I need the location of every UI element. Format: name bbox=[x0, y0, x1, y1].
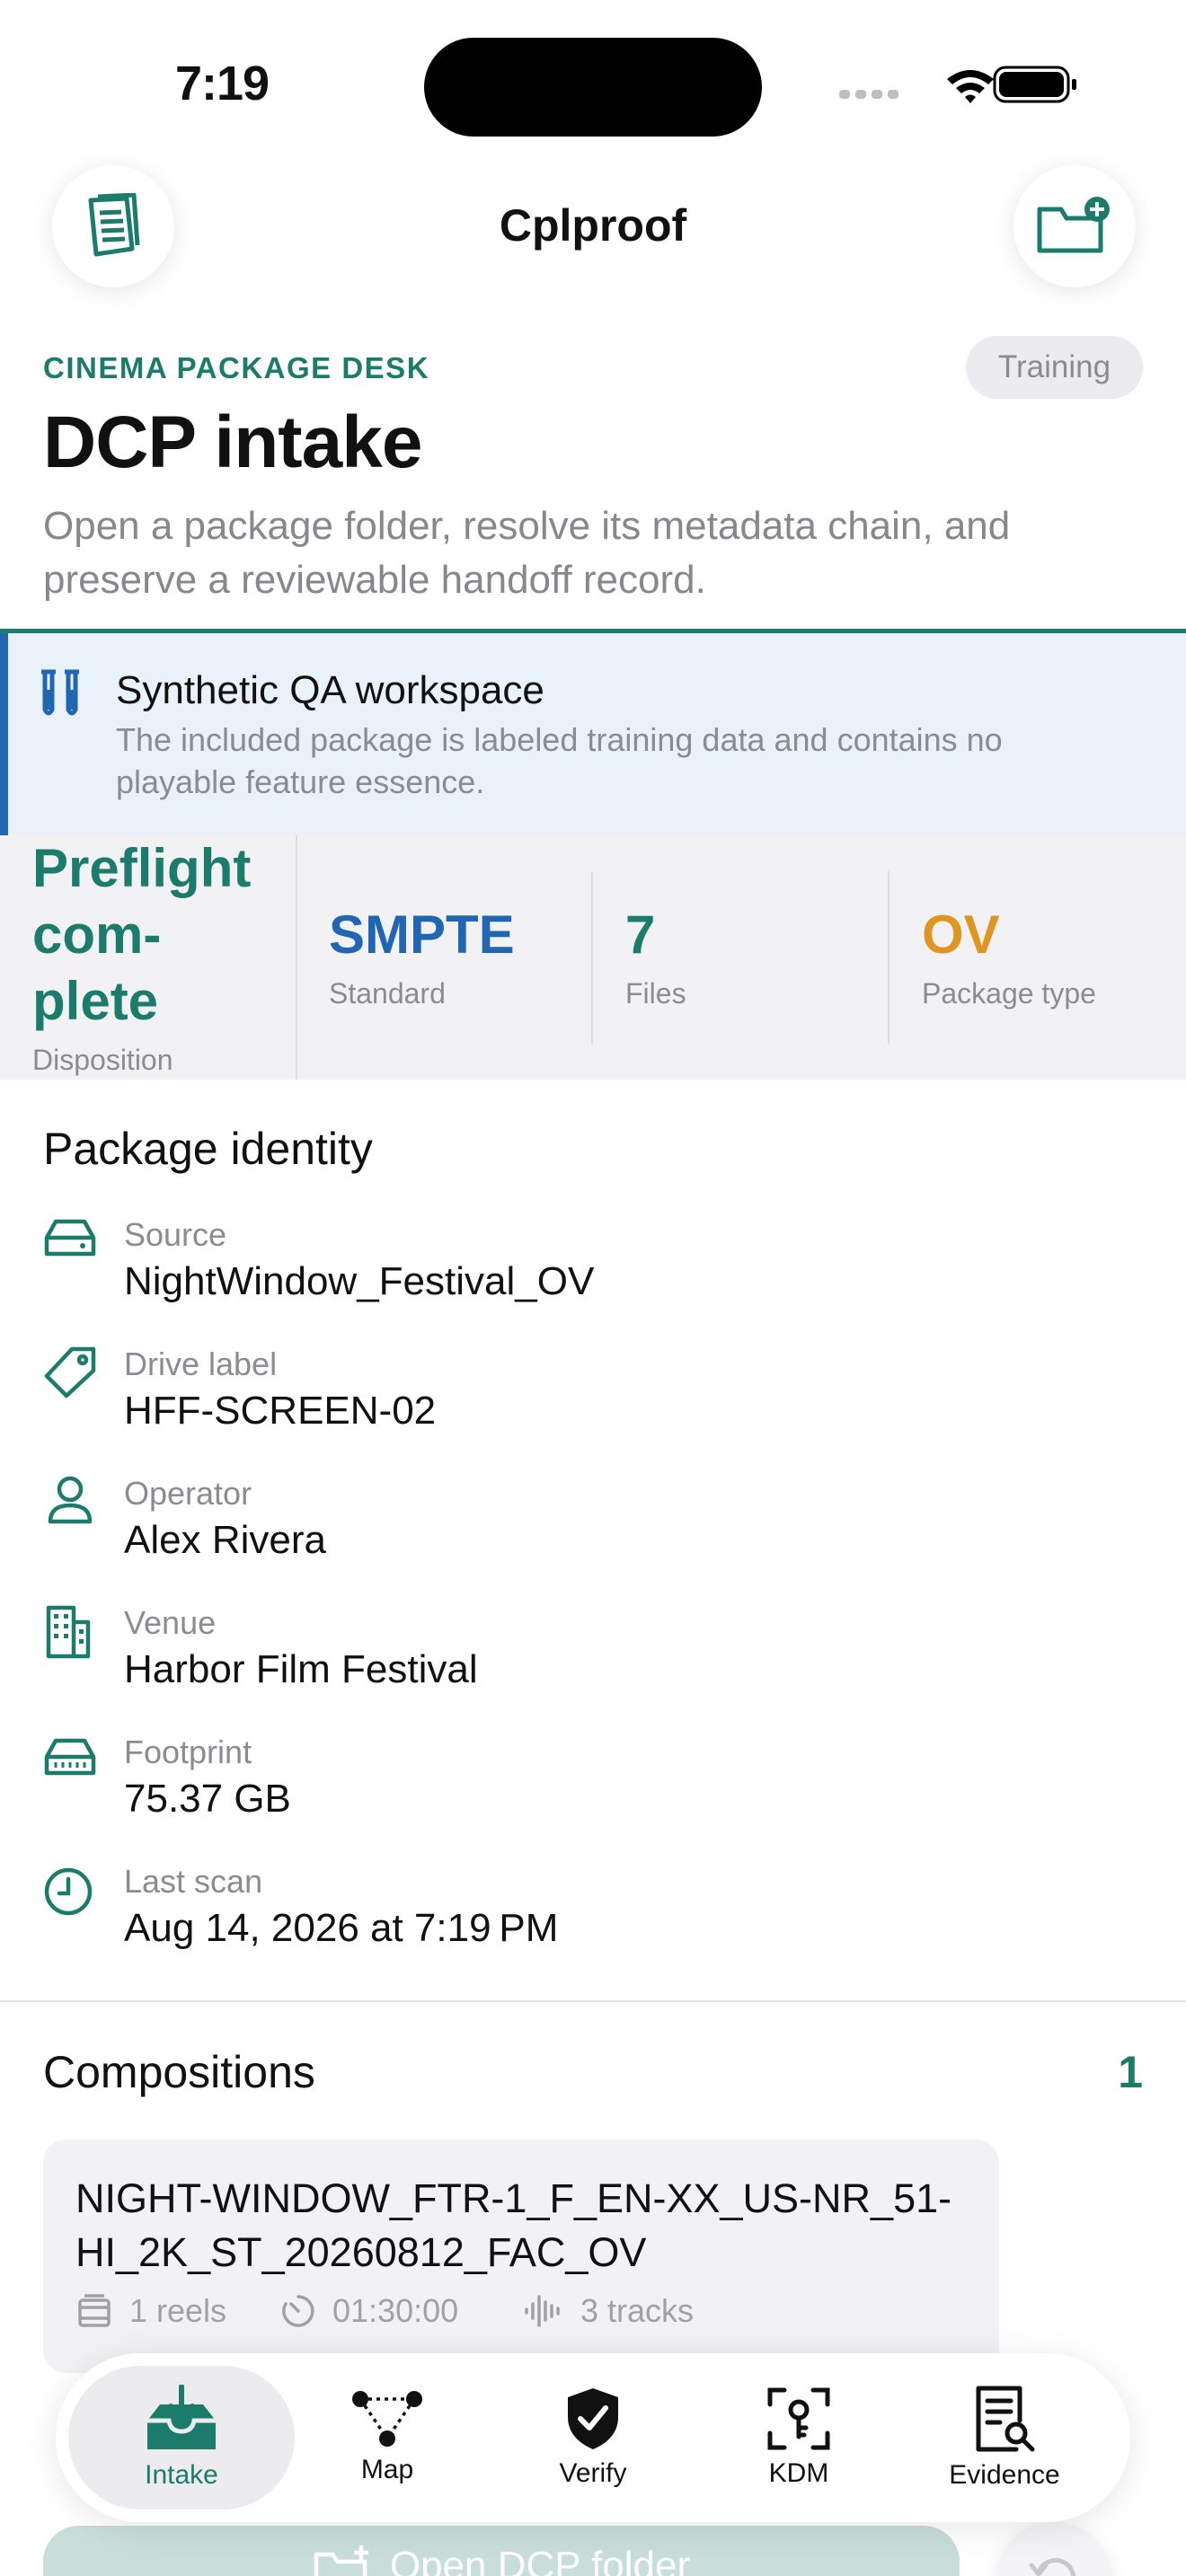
tab-verify-label: Verify bbox=[559, 2458, 627, 2488]
metric-type-label: Package type bbox=[922, 977, 1096, 1010]
composition-duration: 01:30:00 bbox=[280, 2292, 458, 2330]
tab-intake[interactable]: Intake bbox=[78, 2353, 285, 2522]
banner-text: The included package is labeled training… bbox=[116, 721, 1003, 800]
folder-plus-icon bbox=[1037, 197, 1110, 253]
app-title: Cplproof bbox=[499, 200, 687, 251]
composition-reels: 1 reels bbox=[75, 2292, 226, 2330]
metric-type-value: OV bbox=[922, 904, 1000, 965]
composition-tracks: 3 tracks bbox=[523, 2292, 694, 2330]
row-value-drive: HFF-SCREEN-02 bbox=[124, 1389, 437, 1433]
row-label-footprint: Footprint bbox=[124, 1734, 252, 1770]
shield-check-icon bbox=[568, 2388, 618, 2449]
composition-tracks-text: 3 tracks bbox=[580, 2292, 695, 2329]
metric-divider bbox=[591, 871, 593, 1044]
row-label-source: Source bbox=[124, 1216, 227, 1253]
metric-standard-label: Standard bbox=[329, 977, 446, 1010]
open-dcp-folder-button[interactable]: Open DCP folder bbox=[43, 2526, 960, 2576]
test-tubes-icon bbox=[36, 668, 86, 720]
clock-icon bbox=[43, 1866, 93, 1917]
composition-card[interactable]: NIGHT-WINDOW_FTR-1_F_EN-XX_US-NR_51-HI_2… bbox=[43, 2139, 999, 2373]
metric-standard-value: SMPTE bbox=[329, 904, 515, 965]
key-scan-icon bbox=[767, 2387, 830, 2450]
person-icon bbox=[43, 1475, 97, 1525]
tab-intake-label: Intake bbox=[145, 2460, 218, 2490]
banner-title: Synthetic QA workspace bbox=[116, 668, 544, 712]
status-time: 7:19 bbox=[175, 57, 270, 110]
tab-kdm-label: KDM bbox=[768, 2458, 829, 2488]
waveform-icon bbox=[525, 2295, 560, 2327]
row-value-operator: Alex Rivera bbox=[124, 1518, 326, 1562]
folder-plus-icon bbox=[314, 2545, 368, 2576]
timer-icon bbox=[282, 2295, 314, 2327]
metric-disposition-label: Disposition bbox=[32, 1044, 173, 1076]
tab-evidence[interactable]: Evidence bbox=[901, 2353, 1108, 2522]
building-icon bbox=[43, 1604, 93, 1660]
metric-files-label: Files bbox=[625, 977, 686, 1010]
page-description: Open a package folder, resolve its metad… bbox=[43, 504, 1011, 602]
row-value-last-scan: Aug 14, 2026 at 7:19 PM bbox=[124, 1906, 559, 1950]
tab-verify[interactable]: Verify bbox=[490, 2353, 696, 2522]
row-label-drive: Drive label bbox=[124, 1345, 278, 1382]
wifi-icon bbox=[947, 70, 994, 103]
composition-duration-text: 01:30:00 bbox=[332, 2292, 459, 2329]
metric-divider bbox=[296, 835, 297, 1080]
tab-kdm[interactable]: KDM bbox=[695, 2353, 902, 2522]
row-label-venue: Venue bbox=[124, 1604, 217, 1641]
reset-button[interactable] bbox=[996, 2522, 1112, 2576]
composition-title: NIGHT-WINDOW_FTR-1_F_EN-XX_US-NR_51-HI_2… bbox=[75, 2175, 952, 2275]
section-eyebrow: CINEMA PACKAGE DESK bbox=[43, 351, 430, 384]
open-folder-button[interactable] bbox=[1013, 165, 1136, 287]
row-value-source: NightWindow_Festival_OV bbox=[124, 1259, 595, 1303]
dynamic-island bbox=[424, 38, 762, 137]
battery-icon bbox=[993, 66, 1076, 103]
row-value-venue: Harbor Film Festival bbox=[124, 1647, 478, 1691]
training-badge: Training bbox=[966, 336, 1143, 399]
row-label-operator: Operator bbox=[124, 1475, 252, 1512]
storage-icon bbox=[43, 1737, 97, 1777]
drive-icon bbox=[43, 1218, 97, 1257]
compositions-count: 1 bbox=[1118, 2047, 1143, 2097]
cellular-signal-icon bbox=[839, 90, 898, 99]
metric-disposition-value: Preflight com- plete bbox=[32, 838, 252, 1031]
row-value-footprint: 75.37 GB bbox=[124, 1777, 291, 1821]
tray-download-icon bbox=[147, 2385, 216, 2449]
graph-icon bbox=[352, 2391, 422, 2447]
tab-map[interactable]: Map bbox=[284, 2353, 491, 2522]
refresh-icon bbox=[1029, 2558, 1076, 2576]
status-icons bbox=[839, 63, 1082, 108]
open-dcp-folder-label: Open DCP folder bbox=[389, 2544, 691, 2576]
tab-map-label: Map bbox=[360, 2455, 414, 2484]
metric-files-value: 7 bbox=[625, 904, 656, 965]
document-search-icon bbox=[976, 2386, 1035, 2452]
section-divider bbox=[0, 2000, 1186, 2002]
metric-divider bbox=[888, 871, 890, 1044]
compositions-title: Compositions bbox=[43, 2047, 315, 2097]
film-reel-icon bbox=[78, 2294, 111, 2327]
tag-icon bbox=[43, 1345, 97, 1399]
row-label-last-scan: Last scan bbox=[124, 1863, 263, 1900]
tab-evidence-label: Evidence bbox=[949, 2460, 1060, 2490]
banner-accent-bar bbox=[0, 633, 8, 835]
identity-title: Package identity bbox=[43, 1124, 373, 1174]
page-title: DCP intake bbox=[43, 401, 422, 483]
composition-reels-text: 1 reels bbox=[129, 2292, 227, 2329]
